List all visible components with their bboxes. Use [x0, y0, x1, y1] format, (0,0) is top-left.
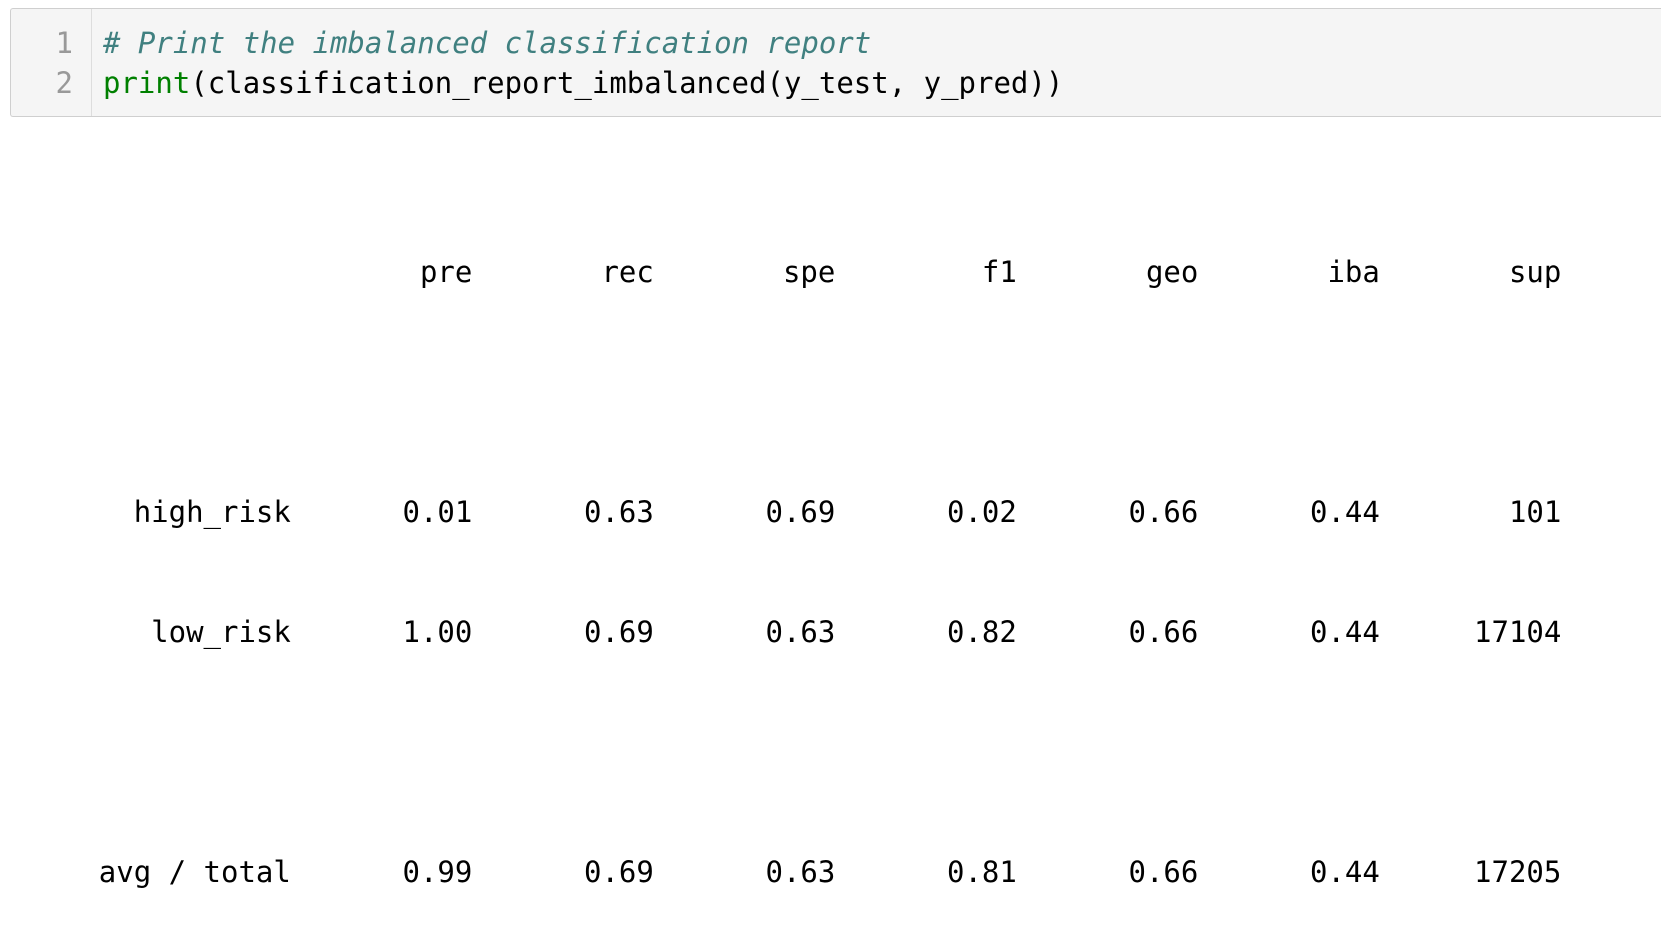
report-row-total: avg / total 0.99 0.69 0.63 0.81 0.66 0.44 17205 — [23, 812, 1562, 889]
row-label: low_risk — [151, 615, 291, 649]
metric-value: 0.66 — [1128, 615, 1199, 649]
blank-row — [23, 332, 1561, 372]
metric-value: 101 — [1508, 495, 1562, 529]
metric-value: 0.44 — [1310, 855, 1380, 889]
column-header: spe — [782, 255, 836, 289]
metric-value: 0.02 — [947, 495, 1017, 529]
metric-value: 0.01 — [402, 495, 473, 529]
column-header: pre — [419, 255, 473, 289]
blank-row — [23, 692, 1561, 732]
report-header-row: pre rec spe f1 geo iba sup — [23, 212, 1561, 289]
column-header: rec — [601, 255, 654, 289]
code-line[interactable]: print(classification_report_imbalanced(y… — [103, 63, 1063, 103]
column-header: geo — [1145, 255, 1199, 289]
metric-value: 0.63 — [765, 615, 836, 649]
metric-value: 0.82 — [947, 615, 1017, 649]
report-row-high-risk: high_risk 0.01 0.63 0.69 0.02 0.66 0.44 101 — [23, 452, 1562, 529]
metric-value: 0.69 — [765, 495, 836, 529]
metric-value: 0.99 — [402, 855, 473, 889]
metric-value: 17104 — [1474, 615, 1562, 649]
metric-value: 0.69 — [584, 855, 654, 889]
metric-value: 0.44 — [1310, 615, 1380, 649]
code-comment: # Print the imbalanced classification re… — [103, 26, 872, 60]
metric-value: 0.63 — [765, 855, 836, 889]
metric-value: 0.81 — [947, 855, 1017, 889]
metric-value: 17205 — [1474, 855, 1562, 889]
code-builtin-print: print — [103, 66, 191, 100]
metric-value: 1.00 — [402, 615, 473, 649]
line-number: 2 — [55, 66, 73, 100]
metric-value: 0.66 — [1128, 855, 1199, 889]
line-number-gutter: 1 2 — [11, 9, 92, 116]
metric-value: 0.63 — [584, 495, 654, 529]
metric-value: 0.44 — [1310, 495, 1380, 529]
metric-value: 0.69 — [584, 615, 654, 649]
code-cell[interactable]: 1 2 # Print the imbalanced classificatio… — [10, 8, 1661, 117]
row-label: high_risk — [133, 495, 291, 529]
column-header: sup — [1508, 255, 1562, 289]
row-label: avg / total — [98, 855, 291, 889]
code-line[interactable]: # Print the imbalanced classification re… — [103, 23, 871, 63]
column-header: iba — [1327, 255, 1380, 289]
column-header: f1 — [981, 255, 1017, 289]
code-call-args: (classification_report_imbalanced(y_test… — [190, 66, 1064, 100]
report-row-low-risk: low_risk 1.00 0.69 0.63 0.82 0.66 0.44 17104 — [23, 572, 1561, 649]
line-number: 1 — [55, 26, 73, 60]
cell-output: pre rec spe f1 geo iba sup high_risk 0.01 0.63 0.… — [23, 132, 1562, 892]
metric-value: 0.66 — [1128, 495, 1199, 529]
